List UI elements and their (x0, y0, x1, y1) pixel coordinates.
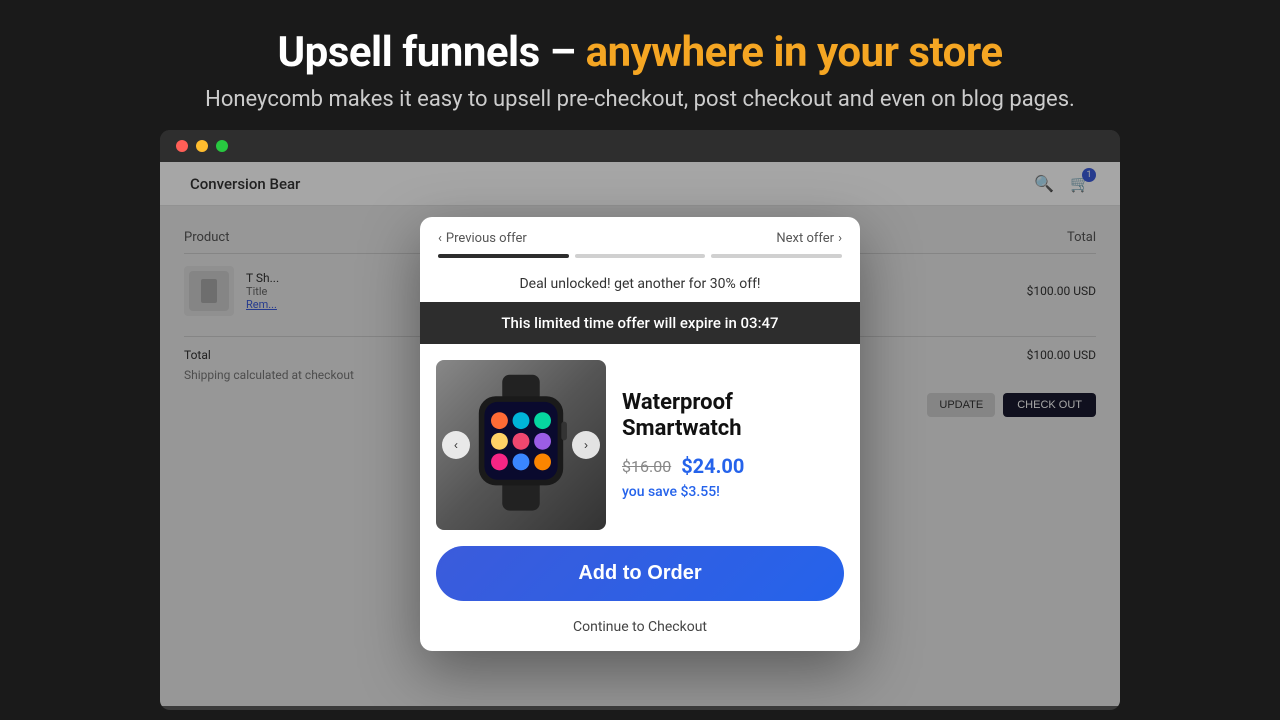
product-info: Waterproof Smartwatch $16.00 $24.00 you … (622, 390, 844, 501)
progress-bar-1 (438, 254, 569, 258)
browser-dot-green (216, 140, 228, 152)
browser-chrome (160, 130, 1120, 162)
browser-content: Conversion Bear 🔍 🛒 1 Product Total (160, 162, 1120, 706)
product-name: Waterproof Smartwatch (622, 390, 844, 443)
page-subtitle: Honeycomb makes it easy to upsell pre-ch… (40, 87, 1240, 112)
price-savings: you save $3.55! (622, 484, 844, 500)
modal-product: ‹ › Waterproof Smartwatch $16.00 $24.00 … (420, 344, 860, 546)
progress-bar-3 (711, 254, 842, 258)
carousel-prev-button[interactable]: ‹ (442, 431, 470, 459)
modal-timer: This limited time offer will expire in 0… (420, 302, 860, 344)
next-offer-button[interactable]: Next offer › (776, 231, 842, 246)
add-to-order-button[interactable]: Add to Order (436, 546, 844, 601)
progress-bar-2 (575, 254, 706, 258)
product-pricing: $16.00 $24.00 (622, 454, 844, 478)
browser-window: Conversion Bear 🔍 🛒 1 Product Total (160, 130, 1120, 710)
price-sale: $24.00 (681, 454, 744, 478)
browser-dot-yellow (196, 140, 208, 152)
page-title: Upsell funnels – anywhere in your store (40, 28, 1240, 77)
product-image-wrapper: ‹ › (436, 360, 606, 530)
modal-nav: ‹ Previous offer Next offer › (420, 217, 860, 254)
carousel-next-button[interactable]: › (572, 431, 600, 459)
prev-offer-button[interactable]: ‹ Previous offer (438, 231, 527, 246)
modal-overlay: ‹ Previous offer Next offer › Deal unloc… (160, 162, 1120, 706)
continue-to-checkout-link[interactable]: Continue to Checkout (420, 613, 860, 651)
modal-deal-text: Deal unlocked! get another for 30% off! (420, 270, 860, 302)
upsell-modal: ‹ Previous offer Next offer › Deal unloc… (420, 217, 860, 651)
browser-dot-red (176, 140, 188, 152)
price-original: $16.00 (622, 457, 671, 476)
modal-progress (420, 254, 860, 270)
chevron-left-icon: ‹ (438, 231, 442, 246)
page-header: Upsell funnels – anywhere in your store … (0, 0, 1280, 130)
chevron-right-icon: › (838, 231, 842, 246)
